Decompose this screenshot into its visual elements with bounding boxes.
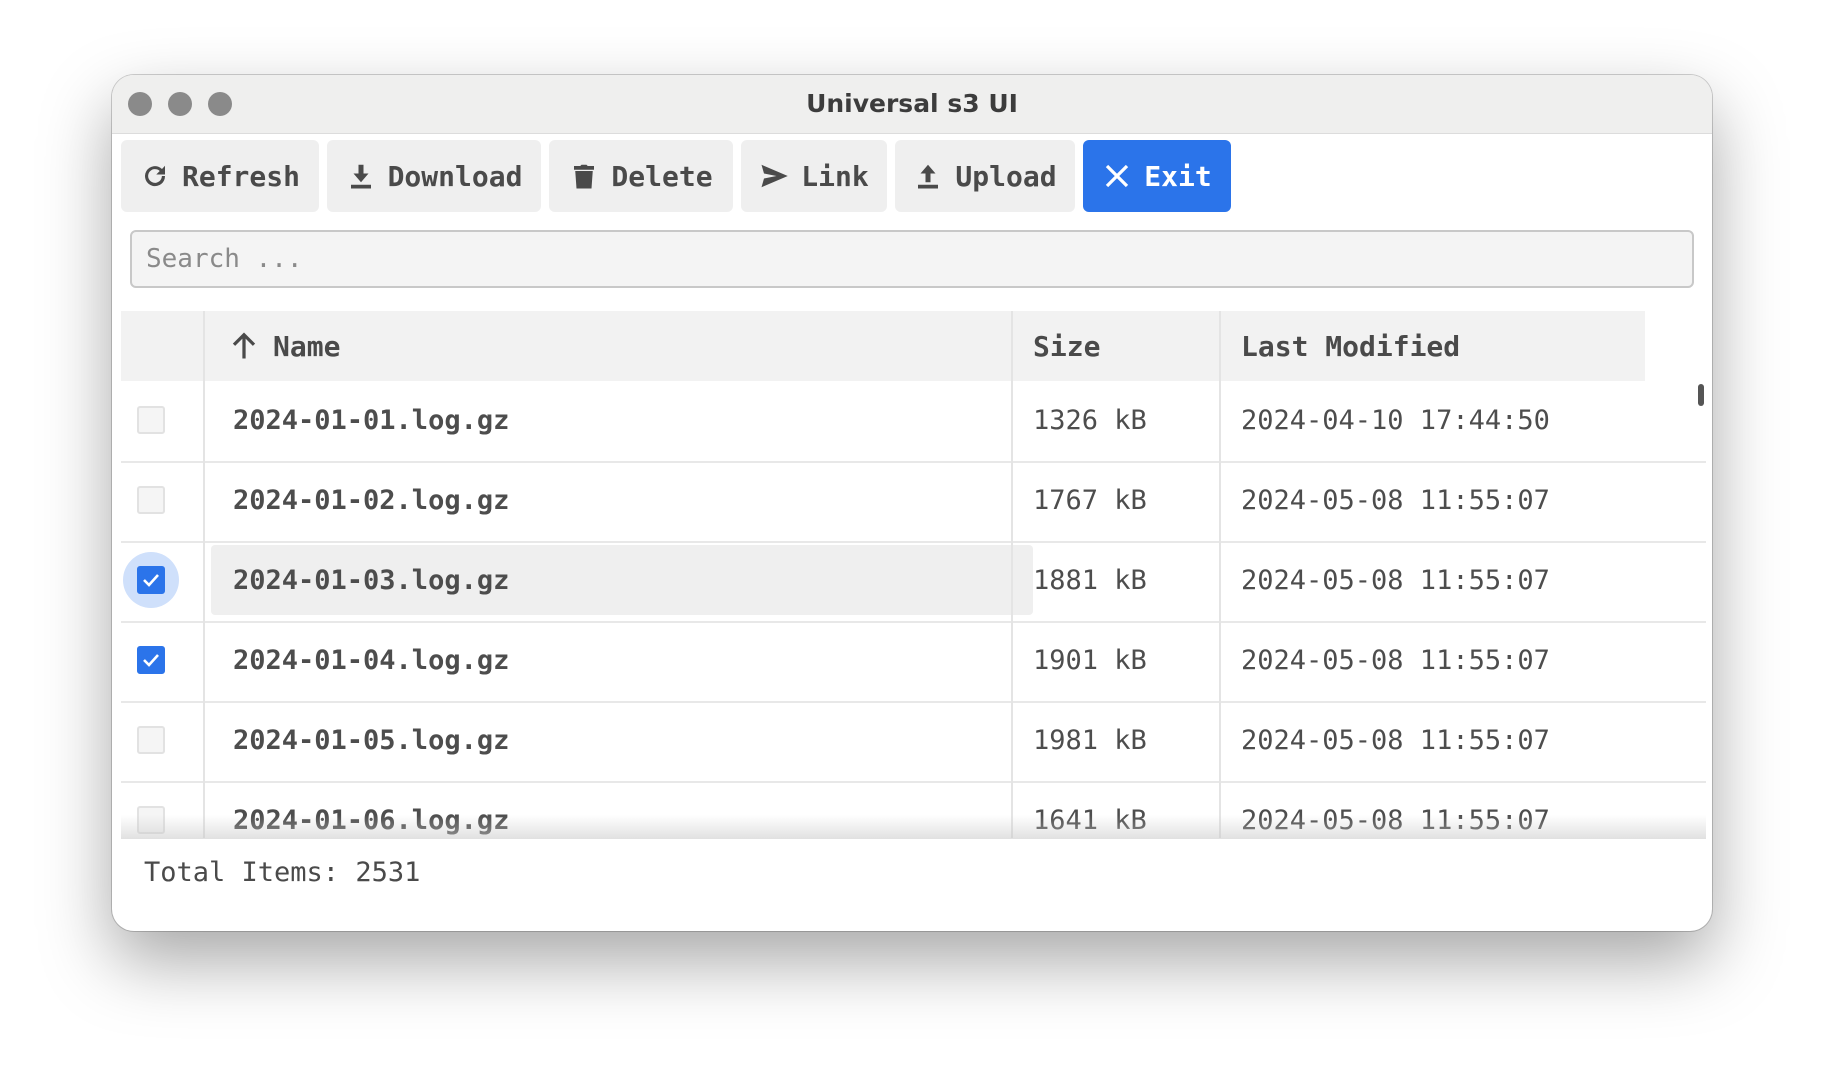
table-row[interactable]: 2024-01-04.log.gz 1901 kB 2024-05-08 11:… [121,621,1706,703]
window-title: Universal s3 UI [806,89,1018,118]
file-size: 1767 kB [1033,484,1147,516]
file-size: 1901 kB [1033,644,1147,676]
download-label: Download [387,159,523,193]
column-label-modified: Last Modified [1241,329,1461,363]
send-icon [761,164,789,188]
upload-button[interactable]: Upload [895,140,1075,212]
total-items: Total Items: 2531 [144,857,421,888]
link-label: Link [801,159,869,193]
search-input[interactable] [130,230,1694,288]
file-name: 2024-01-03.log.gz [211,545,1033,615]
file-modified: 2024-04-10 17:44:50 [1241,404,1550,436]
table-bottom-shadow [121,815,1706,839]
refresh-label: Refresh [181,159,300,193]
file-name: 2024-01-05.log.gz [233,724,510,756]
row-checkbox[interactable] [137,726,165,754]
table-header: Name Size Last Modified [121,311,1706,381]
column-label-name: Name [273,329,341,363]
table-row[interactable]: 2024-01-03.log.gz 1881 kB 2024-05-08 11:… [121,541,1706,623]
file-modified: 2024-05-08 11:55:07 [1241,484,1550,516]
download-icon [350,164,371,189]
file-modified: 2024-05-08 11:55:07 [1241,564,1550,596]
file-size: 1326 kB [1033,404,1147,436]
upload-icon [918,164,939,189]
file-name: 2024-01-02.log.gz [233,484,510,516]
refresh-icon [144,165,165,187]
column-divider [1011,311,1013,838]
exit-label: Exit [1144,159,1212,193]
file-size: 1881 kB [1033,564,1147,596]
file-modified: 2024-05-08 11:55:07 [1241,724,1550,756]
column-header-modified[interactable]: Last Modified [1221,311,1645,381]
link-button[interactable]: Link [741,140,887,212]
column-header-size[interactable]: Size [1013,311,1219,381]
column-divider [1219,311,1221,838]
file-modified: 2024-05-08 11:55:07 [1241,644,1550,676]
table-row[interactable]: 2024-01-05.log.gz 1981 kB 2024-05-08 11:… [121,701,1706,783]
delete-button[interactable]: Delete [549,140,733,212]
row-checkbox[interactable] [137,406,165,434]
table-row[interactable]: 2024-01-01.log.gz 1326 kB 2024-04-10 17:… [121,381,1706,463]
select-all-header[interactable] [121,311,203,381]
file-name: 2024-01-01.log.gz [233,404,510,436]
scrollbar-thumb[interactable] [1698,384,1704,406]
column-divider [203,311,205,838]
row-checkbox-checked[interactable] [137,646,165,674]
delete-label: Delete [611,159,713,193]
trash-icon [574,164,595,189]
row-checkbox[interactable] [137,486,165,514]
file-size: 1981 kB [1033,724,1147,756]
arrow-up-icon [232,332,256,359]
table-row[interactable]: 2024-01-02.log.gz 1767 kB 2024-05-08 11:… [121,461,1706,543]
column-label-size: Size [1033,329,1101,363]
download-button[interactable]: Download [327,140,541,212]
close-icon [1106,164,1129,188]
checkmark-icon [143,574,159,587]
title-bar: Universal s3 UI [112,75,1712,134]
column-header-name[interactable]: Name [205,311,1011,381]
file-name: 2024-01-04.log.gz [233,644,510,676]
row-checkbox-checked[interactable] [137,566,165,594]
exit-button[interactable]: Exit [1083,140,1231,212]
refresh-button[interactable]: Refresh [121,140,319,212]
app-window: Universal s3 UI Refresh Download Delete … [112,75,1712,931]
checkmark-icon [143,654,159,667]
upload-label: Upload [955,159,1057,193]
file-table: Name Size Last Modified 2024-01-01.log.g… [121,311,1706,838]
